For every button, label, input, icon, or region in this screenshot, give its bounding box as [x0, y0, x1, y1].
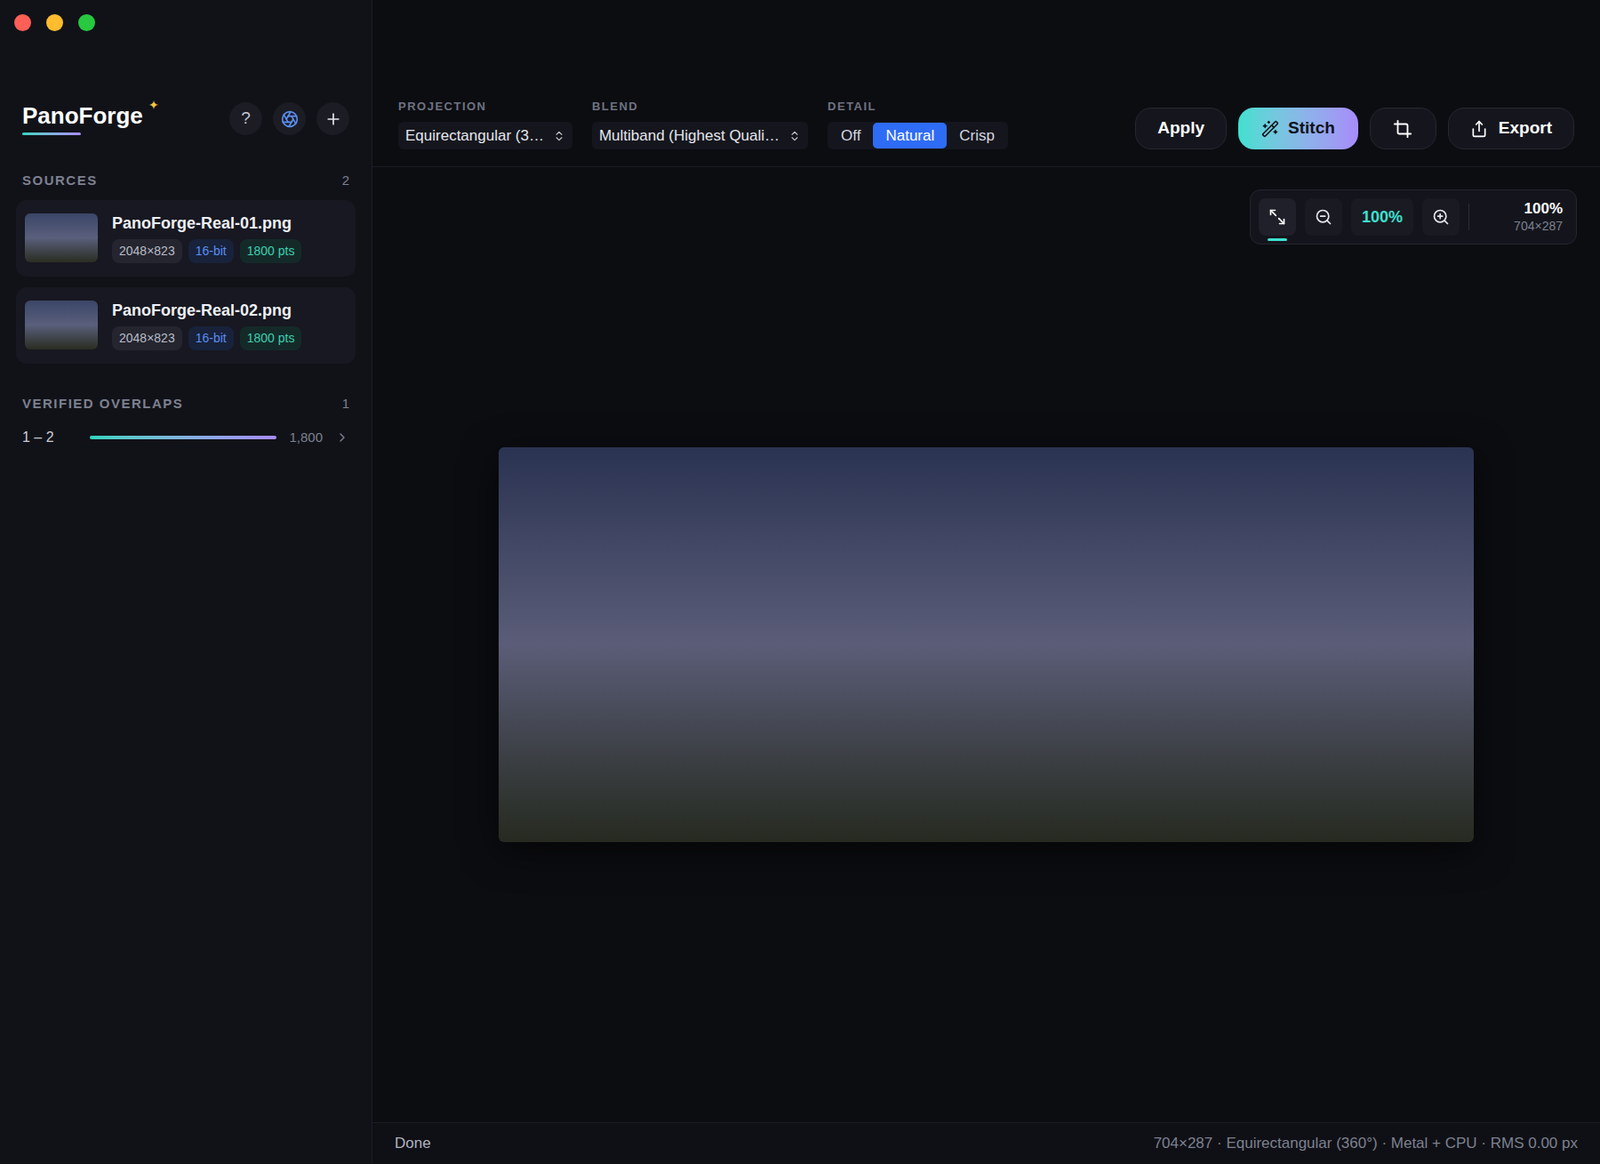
fit-button[interactable] — [1258, 198, 1296, 236]
aperture-icon — [280, 110, 299, 128]
aperture-button[interactable] — [272, 102, 306, 136]
points-badge: 1800 pts — [240, 326, 303, 351]
zoom-value[interactable]: 100% — [1351, 198, 1414, 236]
export-button[interactable]: Export — [1448, 107, 1575, 150]
blend-field: BLEND Multiband (Highest Quali… — [592, 97, 808, 151]
projection-value: Equirectangular (3… — [405, 124, 544, 148]
add-button[interactable] — [316, 102, 350, 136]
status-bar: Done 704×287 · Equirectangular (360°) · M… — [372, 1121, 1600, 1164]
header-actions: ? — [229, 102, 350, 136]
points-badge: 1800 pts — [240, 239, 303, 264]
depth-badge: 16-bit — [188, 239, 234, 264]
status-text: Done — [394, 1131, 432, 1155]
zoom-in-icon — [1432, 208, 1450, 226]
size-badge: 2048×823 — [112, 326, 183, 351]
sparkle-badge: ✦ — [148, 98, 160, 112]
source-name: PanoForge-Real-02.png — [112, 299, 302, 321]
zoom-readout-value: 100% — [1524, 200, 1563, 218]
sources-count: 2 — [342, 170, 350, 192]
chevrons-up-down-icon — [552, 129, 566, 143]
zoom-readout: 100%704×287 — [1478, 200, 1568, 234]
top-toolbar: PROJECTION Equirectangular (3… BLEND Multib… — [372, 0, 1600, 168]
share-icon — [1470, 120, 1488, 138]
source-thumbnail — [24, 300, 98, 350]
sources-title: SOURCES — [22, 170, 98, 192]
status-details: 704×287 · Equirectangular (360°) · Metal… — [1153, 1131, 1578, 1155]
projection-label: PROJECTION — [398, 97, 573, 116]
detail-option[interactable]: Natural — [872, 122, 947, 149]
panorama-preview[interactable] — [498, 447, 1474, 842]
app-header: PanoForge✦? — [0, 102, 372, 136]
window-controls — [0, 0, 372, 32]
plus-icon — [324, 110, 343, 128]
overlap-row[interactable]: 1 – 2 1,800 — [22, 424, 350, 451]
overlaps-title: VERIFIED OVERLAPS — [22, 393, 184, 415]
minimize-button[interactable] — [46, 14, 64, 32]
source-list: PanoForge-Real-01.png2048×82316-bit1800 … — [0, 200, 372, 364]
detail-field: DETAIL OffNaturalCrisp — [827, 97, 1008, 151]
sources-header: SOURCES 2 — [0, 170, 372, 192]
crop-icon — [1392, 119, 1413, 139]
overlaps-count: 1 — [342, 393, 350, 415]
source-badges: 2048×82316-bit1800 pts — [112, 326, 302, 351]
overlap-points: 1,800 — [288, 427, 323, 448]
expand-icon — [1268, 208, 1287, 226]
chevron-right-icon — [335, 430, 350, 445]
detail-segmented: OffNaturalCrisp — [827, 121, 1008, 150]
source-badges: 2048×82316-bit1800 pts — [112, 239, 302, 264]
settings-group: PROJECTION Equirectangular (3… BLEND Multib… — [398, 97, 1008, 151]
projection-select[interactable]: Equirectangular (3… — [398, 121, 573, 150]
detail-label: DETAIL — [827, 97, 1008, 116]
magic-wand-icon — [1261, 120, 1280, 138]
zoom-out-button[interactable] — [1304, 198, 1343, 236]
zoom-out-icon — [1314, 208, 1333, 226]
title-underline — [22, 132, 81, 136]
detail-option[interactable]: Crisp — [946, 122, 1008, 149]
active-indicator — [1267, 238, 1288, 241]
zoom-button[interactable] — [78, 14, 96, 32]
main-area: PROJECTION Equirectangular (3… BLEND Multib… — [372, 0, 1600, 1164]
chevrons-up-down-icon — [788, 129, 801, 143]
close-button[interactable] — [14, 14, 32, 32]
app-title: PanoForge✦ — [22, 102, 160, 136]
source-info: PanoForge-Real-01.png 2048×82316-bit1800 … — [112, 212, 302, 264]
apply-button[interactable]: Apply — [1135, 107, 1227, 150]
zoom-in-button[interactable] — [1422, 198, 1460, 236]
crop-button[interactable] — [1369, 107, 1437, 150]
projection-field: PROJECTION Equirectangular (3… — [398, 97, 573, 151]
blend-value: Multiband (Highest Quali… — [599, 124, 780, 148]
detail-option[interactable]: Off — [828, 122, 873, 149]
stitch-button[interactable]: Stitch — [1238, 107, 1359, 150]
source-item[interactable]: PanoForge-Real-01.png 2048×82316-bit1800 … — [16, 200, 356, 277]
source-thumbnail — [24, 213, 98, 263]
overlap-pair: 1 – 2 — [22, 426, 78, 448]
zoom-toolbar: 100%100%704×287 — [1249, 189, 1577, 245]
size-badge: 2048×823 — [112, 239, 183, 264]
overlap-bar-fill — [89, 435, 277, 440]
blend-select[interactable]: Multiband (Highest Quali… — [592, 121, 808, 150]
source-name: PanoForge-Real-01.png — [112, 212, 302, 234]
depth-badge: 16-bit — [188, 326, 234, 351]
action-group: Apply Stitch Export — [1135, 107, 1575, 150]
divider — [1468, 203, 1470, 231]
canvas: 100%100%704×287 — [372, 167, 1600, 1122]
image-dimensions: 704×287 — [1513, 217, 1563, 234]
overlaps-header: VERIFIED OVERLAPS 1 — [0, 393, 372, 415]
source-item[interactable]: PanoForge-Real-02.png 2048×82316-bit1800 … — [16, 287, 356, 364]
overlap-list: 1 – 2 1,800 — [0, 424, 372, 451]
app-name: PanoForge — [22, 102, 144, 129]
source-info: PanoForge-Real-02.png 2048×82316-bit1800 … — [112, 299, 302, 351]
overlap-bar — [89, 435, 277, 440]
help-button[interactable]: ? — [229, 102, 263, 136]
blend-label: BLEND — [592, 97, 808, 116]
sidebar: PanoForge✦?SOURCES2PanoForge-Real-01.png… — [0, 0, 373, 1164]
app-window: PanoForge✦?SOURCES2PanoForge-Real-01.png… — [0, 0, 1600, 1164]
